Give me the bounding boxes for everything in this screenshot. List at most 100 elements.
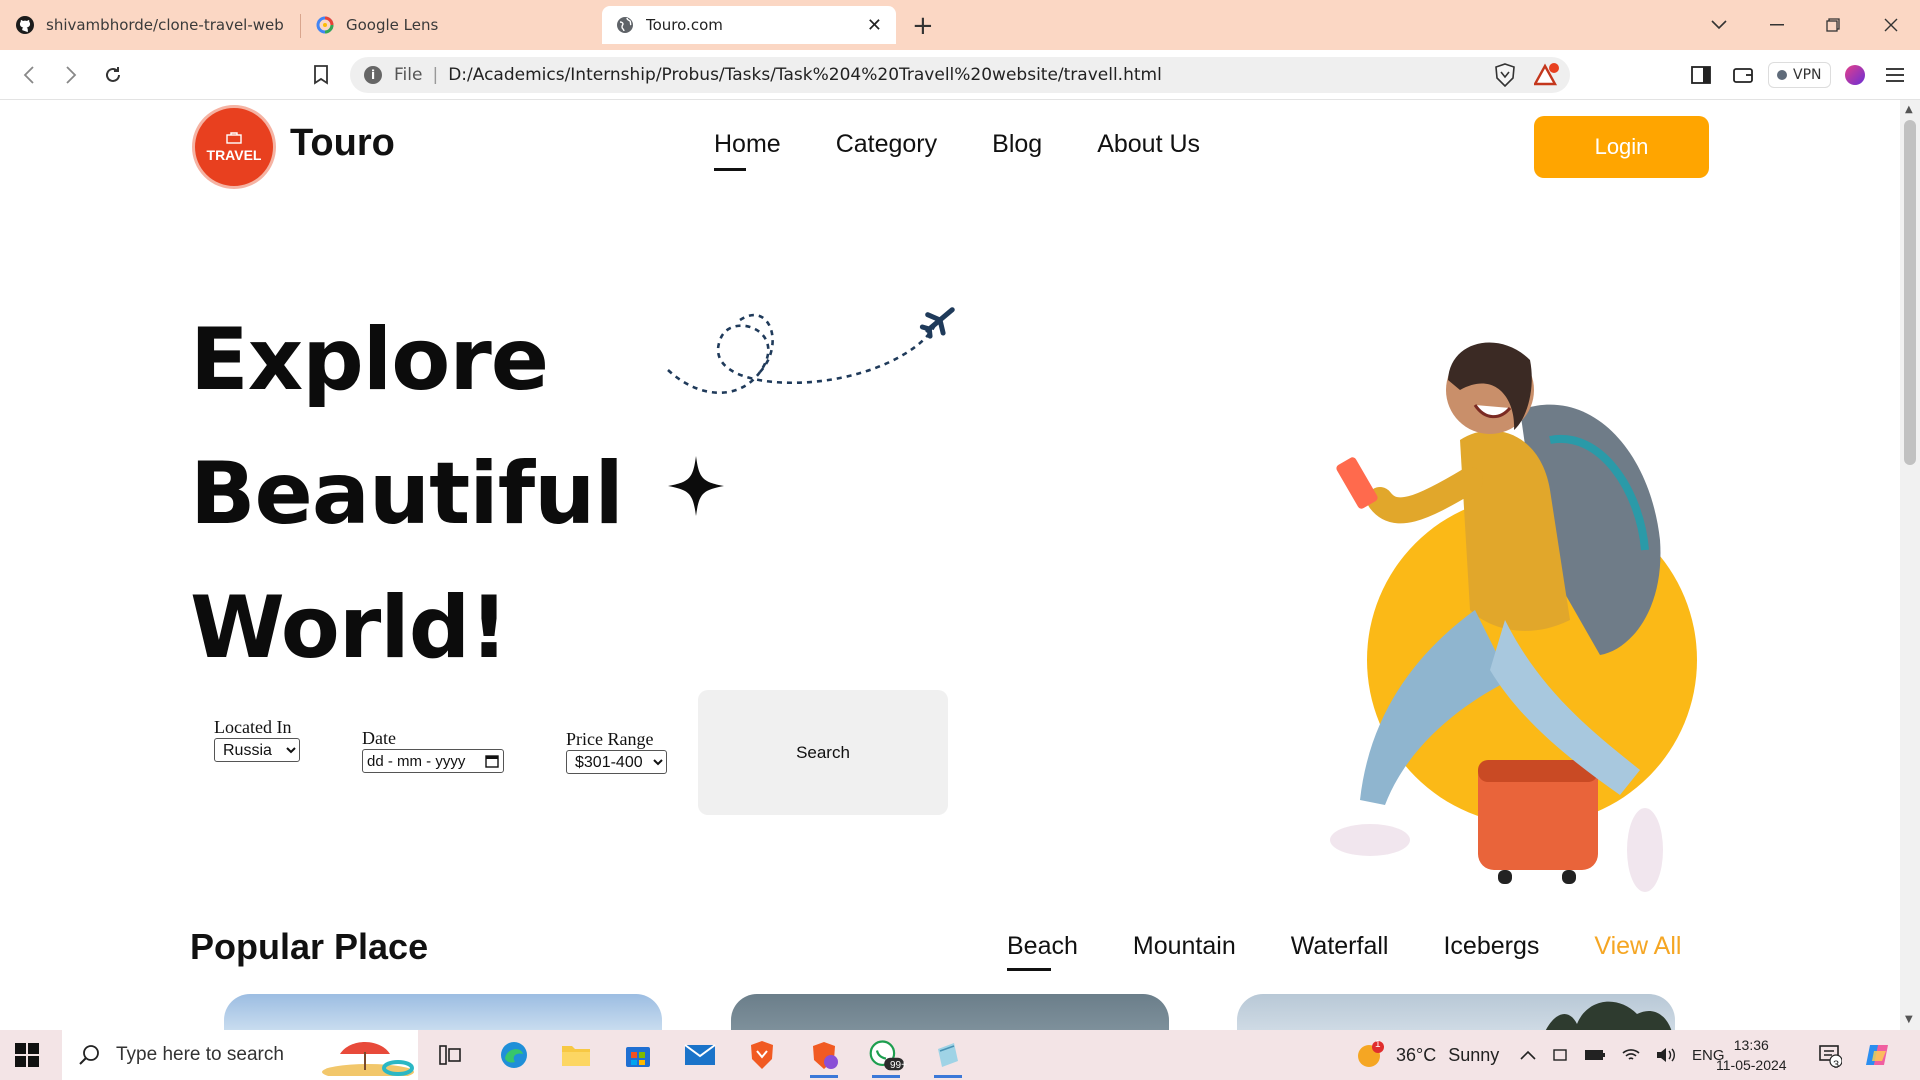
brave-rewards-icon[interactable]	[1534, 62, 1560, 88]
browser-toolbar: i File | D:/Academics/Internship/Probus/…	[0, 50, 1920, 100]
mail-icon[interactable]	[682, 1038, 718, 1072]
notification-count: 3	[1833, 1059, 1840, 1071]
meet-now-icon[interactable]	[1552, 1047, 1568, 1063]
taskbar-search-placeholder: Type here to search	[116, 1044, 284, 1065]
filter-mountain[interactable]: Mountain	[1133, 932, 1236, 961]
filter-beach[interactable]: Beach	[1007, 932, 1078, 971]
leo-ai-icon[interactable]	[1842, 62, 1868, 88]
clock-date: 11-05-2024	[1716, 1057, 1787, 1073]
scroll-down-arrow-icon[interactable]: ▼	[1905, 1014, 1913, 1025]
sparkle-star-icon	[668, 456, 724, 516]
page-scrollbar[interactable]: ▲ ▼	[1900, 100, 1920, 1030]
url-text[interactable]: D:/Academics/Internship/Probus/Tasks/Tas…	[448, 65, 1162, 85]
weather-temp: 36°C	[1396, 1044, 1437, 1065]
search-button[interactable]: Search	[698, 690, 948, 815]
hero-line-3: World!	[190, 578, 509, 678]
traveler-illustration	[1330, 342, 1697, 892]
battery-icon[interactable]	[1584, 1048, 1606, 1062]
suitcase-icon	[226, 131, 242, 147]
wallet-icon[interactable]	[1730, 62, 1756, 88]
logo-text: TRAVEL	[206, 146, 262, 163]
brave-active-window-icon[interactable]	[806, 1038, 842, 1078]
restore-icon[interactable]	[1818, 10, 1848, 40]
tab-google-lens[interactable]: Google Lens	[302, 6, 592, 44]
brave-shields-icon[interactable]	[1492, 62, 1518, 88]
view-all-link[interactable]: View All	[1594, 932, 1681, 961]
microsoft-store-icon[interactable]	[620, 1038, 656, 1072]
reload-icon[interactable]	[100, 62, 126, 88]
tab-search-chevron-icon[interactable]	[1704, 10, 1734, 40]
tab-title: Google Lens	[346, 16, 439, 34]
vpn-status-icon	[1777, 70, 1787, 80]
volume-icon[interactable]	[1656, 1047, 1676, 1063]
close-window-icon[interactable]	[1876, 10, 1906, 40]
scroll-thumb[interactable]	[1904, 120, 1916, 465]
wifi-icon[interactable]	[1622, 1047, 1640, 1063]
menu-icon[interactable]	[1882, 62, 1908, 88]
nav-category[interactable]: Category	[836, 130, 937, 159]
place-card-image[interactable]	[224, 994, 662, 1030]
weather-widget[interactable]: 1 36°C Sunny	[1356, 1030, 1499, 1080]
address-bar[interactable]: i File | D:/Academics/Internship/Probus/…	[350, 57, 1570, 93]
copilot-icon	[1866, 1045, 1888, 1065]
windows-start-icon[interactable]	[14, 1042, 40, 1068]
url-divider: |	[432, 65, 439, 85]
nav-blog[interactable]: Blog	[992, 130, 1042, 159]
price-select[interactable]: $301-400	[566, 750, 667, 774]
task-view-icon[interactable]	[432, 1038, 468, 1072]
location-select[interactable]: Russia	[214, 738, 300, 762]
date-placeholder: dd - mm - yyyy	[367, 752, 466, 770]
date-label: Date	[362, 728, 396, 748]
sidebar-icon[interactable]	[1688, 62, 1714, 88]
hero-line-1: Explore	[190, 310, 549, 410]
tab-touro[interactable]: Touro.com ✕	[602, 6, 896, 44]
notepad-icon[interactable]	[930, 1038, 966, 1078]
system-clock[interactable]: 13:36 11-05-2024	[1716, 1035, 1787, 1075]
globe-icon	[617, 17, 633, 33]
bookmark-icon[interactable]	[308, 62, 334, 88]
system-tray: ENG	[1520, 1030, 1725, 1080]
close-icon[interactable]: ✕	[867, 15, 882, 36]
place-card-image[interactable]	[731, 994, 1169, 1030]
site-info-icon[interactable]: i	[364, 66, 382, 84]
brave-browser-icon[interactable]	[744, 1038, 780, 1072]
date-input[interactable]: dd - mm - yyyy	[362, 749, 504, 773]
minimize-icon[interactable]	[1762, 10, 1792, 40]
file-explorer-icon[interactable]	[558, 1038, 594, 1072]
whatsapp-icon[interactable]: 99+	[868, 1038, 907, 1078]
price-label: Price Range	[566, 729, 654, 749]
scroll-up-arrow-icon[interactable]: ▲	[1905, 104, 1913, 115]
date-field: Date dd - mm - yyyy	[362, 727, 504, 773]
clock-time: 13:36	[1733, 1037, 1769, 1053]
nav-about-us[interactable]: About Us	[1097, 130, 1200, 159]
search-icon	[79, 1045, 99, 1065]
show-hidden-icons-chevron[interactable]	[1520, 1050, 1536, 1060]
taskbar-search-box[interactable]: Type here to search	[62, 1030, 418, 1080]
tab-separator	[300, 14, 301, 38]
notification-center[interactable]: 3	[1818, 1030, 1842, 1080]
nav-home[interactable]: Home	[714, 130, 781, 171]
category-filter-tabs: Beach Mountain Waterfall Icebergs View A…	[1007, 932, 1681, 971]
tab-title: shivambhorde/clone-travel-website:	[46, 16, 284, 34]
github-icon	[16, 16, 34, 34]
tab-github[interactable]: shivambhorde/clone-travel-website:	[2, 6, 298, 44]
weather-condition: Sunny	[1448, 1044, 1500, 1065]
calendar-icon[interactable]	[485, 754, 499, 768]
price-field: Price Range $301-400	[566, 728, 667, 774]
place-card-image[interactable]	[1237, 994, 1675, 1030]
sun-icon	[1358, 1041, 1384, 1067]
new-tab-plus-icon[interactable]: +	[912, 11, 934, 41]
filter-waterfall[interactable]: Waterfall	[1291, 932, 1389, 961]
brand-name[interactable]: Touro	[290, 122, 395, 165]
edge-icon[interactable]	[496, 1038, 532, 1072]
weather-badge: 1	[1375, 1039, 1381, 1050]
site-logo[interactable]: TRAVEL	[192, 105, 276, 189]
vpn-button[interactable]: VPN	[1768, 62, 1831, 88]
main-nav: Home Category Blog About Us	[714, 130, 1200, 171]
forward-icon[interactable]	[58, 62, 84, 88]
page-viewport: TRAVEL Touro Home Category Blog About Us…	[0, 100, 1900, 1030]
filter-icebergs[interactable]: Icebergs	[1443, 932, 1539, 961]
login-button[interactable]: Login	[1534, 116, 1709, 178]
back-icon[interactable]	[16, 62, 42, 88]
copilot-button[interactable]	[1864, 1030, 1892, 1080]
